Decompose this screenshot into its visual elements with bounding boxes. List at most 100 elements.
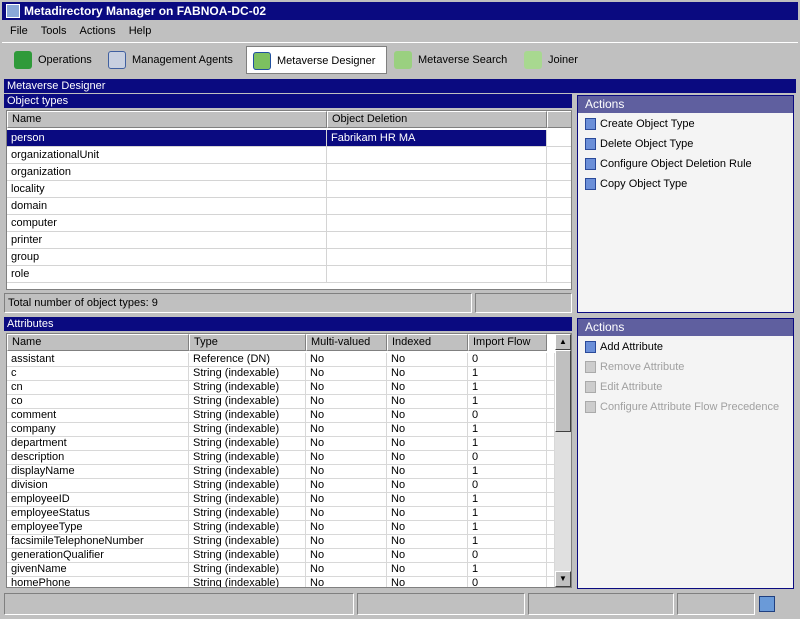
action-copy-object-type[interactable]: Copy Object Type [578, 174, 793, 194]
attribute-name: displayName [7, 465, 189, 478]
object-types-table: Name Object Deletion person Fabrikam HR M… [6, 110, 572, 290]
scroll-thumb[interactable] [555, 350, 571, 432]
table-row[interactable]: printer [7, 232, 571, 249]
column-header-name[interactable]: Name [7, 334, 189, 351]
attribute-type: String (indexable) [189, 577, 306, 587]
column-header-type[interactable]: Type [189, 334, 306, 351]
table-row[interactable]: displayName String (indexable) No No 1 [7, 465, 555, 479]
indexed: No [387, 395, 468, 408]
tab-management-agents[interactable]: Management Agents [102, 46, 233, 74]
action-delete-object-type[interactable]: Delete Object Type [578, 134, 793, 154]
tab-metaverse-search[interactable]: Metaverse Search [388, 46, 507, 74]
object-type-name: printer [7, 232, 327, 248]
table-row[interactable]: department String (indexable) No No 1 [7, 437, 555, 451]
table-row[interactable]: cn String (indexable) No No 1 [7, 381, 555, 395]
status-pane [4, 593, 354, 615]
import-flow: 0 [468, 577, 547, 587]
table-row[interactable]: computer [7, 215, 571, 232]
action-configure-attribute-flow-precedence: Configure Attribute Flow Precedence [578, 397, 793, 417]
column-header-multi-valued[interactable]: Multi-valued [306, 334, 387, 351]
table-row[interactable]: comment String (indexable) No No 0 [7, 409, 555, 423]
action-label: Add Attribute [600, 341, 663, 353]
table-row[interactable]: facsimileTelephoneNumber String (indexabl… [7, 535, 555, 549]
table-row[interactable]: givenName String (indexable) No No 1 [7, 563, 555, 577]
table-row[interactable]: assistant Reference (DN) No No 0 [7, 353, 555, 367]
tab-label: Metaverse Designer [277, 55, 376, 67]
status-bar [2, 591, 798, 617]
multi-valued: No [306, 521, 387, 534]
scrollbar[interactable]: ▲ ▼ [555, 334, 571, 587]
clipboard-check-icon [585, 118, 596, 130]
attribute-type: String (indexable) [189, 367, 306, 380]
multi-valued: No [306, 507, 387, 520]
table-row[interactable]: organizationalUnit [7, 147, 571, 164]
attribute-name: givenName [7, 563, 189, 576]
action-label: Delete Object Type [600, 138, 694, 150]
column-header-import-flow[interactable]: Import Flow [468, 334, 547, 351]
multi-valued: No [306, 465, 387, 478]
attribute-name: c [7, 367, 189, 380]
table-row[interactable]: homePhone String (indexable) No No 0 [7, 577, 555, 587]
object-deletion [327, 198, 547, 214]
table-row[interactable]: group [7, 249, 571, 266]
tab-label: Metaverse Search [418, 54, 508, 66]
column-header-indexed[interactable]: Indexed [387, 334, 468, 351]
scroll-down-button[interactable]: ▼ [555, 571, 571, 587]
tab-operations[interactable]: Operations [8, 46, 92, 74]
table-row[interactable]: co String (indexable) No No 1 [7, 395, 555, 409]
column-header-name[interactable]: Name [7, 111, 327, 128]
empty-cell [547, 266, 571, 282]
action-add-attribute[interactable]: Add Attribute [578, 337, 793, 357]
title-bar: Metadirectory Manager on FABNOA-DC-02 [2, 2, 798, 20]
indexed: No [387, 381, 468, 394]
attribute-type: String (indexable) [189, 423, 306, 436]
empty-cell [547, 521, 555, 534]
empty-cell [547, 232, 571, 248]
indexed: No [387, 465, 468, 478]
attribute-name: assistant [7, 353, 189, 366]
table-row[interactable]: role [7, 266, 571, 283]
tab-metaverse-designer[interactable]: Metaverse Designer [246, 46, 387, 74]
table-row[interactable]: description String (indexable) No No 0 [7, 451, 555, 465]
menu-actions[interactable]: Actions [80, 25, 116, 37]
empty-cell [547, 451, 555, 464]
object-deletion [327, 266, 547, 282]
table-row[interactable]: company String (indexable) No No 1 [7, 423, 555, 437]
table-row[interactable]: generationQualifier String (indexable) No N… [7, 549, 555, 563]
import-flow: 0 [468, 409, 547, 422]
action-edit-attribute: Edit Attribute [578, 377, 793, 397]
table-row[interactable]: domain [7, 198, 571, 215]
import-flow: 1 [468, 563, 547, 576]
multi-valued: No [306, 395, 387, 408]
menu-file[interactable]: File [10, 25, 28, 37]
attributes-header: Attributes [4, 317, 572, 331]
table-row[interactable]: employeeStatus String (indexable) No No 1 [7, 507, 555, 521]
clipboard-check-icon [585, 401, 596, 413]
table-row[interactable]: employeeID String (indexable) No No 1 [7, 493, 555, 507]
object-type-name: domain [7, 198, 327, 214]
table-row[interactable]: locality [7, 181, 571, 198]
empty-cell [547, 353, 555, 366]
table-row[interactable]: division String (indexable) No No 0 [7, 479, 555, 493]
attribute-type: String (indexable) [189, 409, 306, 422]
object-types-header: Object types [4, 94, 572, 108]
menu-help[interactable]: Help [129, 25, 152, 37]
table-row[interactable]: person Fabrikam HR MA [7, 129, 571, 148]
attribute-name: employeeID [7, 493, 189, 506]
menu-tools[interactable]: Tools [41, 25, 67, 37]
action-create-object-type[interactable]: Create Object Type [578, 114, 793, 134]
import-flow: 0 [468, 451, 547, 464]
action-configure-object-deletion-rule[interactable]: Configure Object Deletion Rule [578, 154, 793, 174]
clipboard-check-icon [585, 361, 596, 373]
multi-valued: No [306, 549, 387, 562]
empty-cell [547, 423, 555, 436]
table-row[interactable]: organization [7, 164, 571, 181]
table-row[interactable]: c String (indexable) No No 1 [7, 367, 555, 381]
tab-joiner[interactable]: Joiner [518, 46, 578, 74]
tab-label: Joiner [548, 54, 578, 66]
status-pane [475, 293, 572, 313]
action-label: Copy Object Type [600, 178, 688, 190]
table-row[interactable]: employeeType String (indexable) No No 1 [7, 521, 555, 535]
scroll-up-button[interactable]: ▲ [555, 334, 571, 350]
column-header-object-deletion[interactable]: Object Deletion [327, 111, 547, 128]
